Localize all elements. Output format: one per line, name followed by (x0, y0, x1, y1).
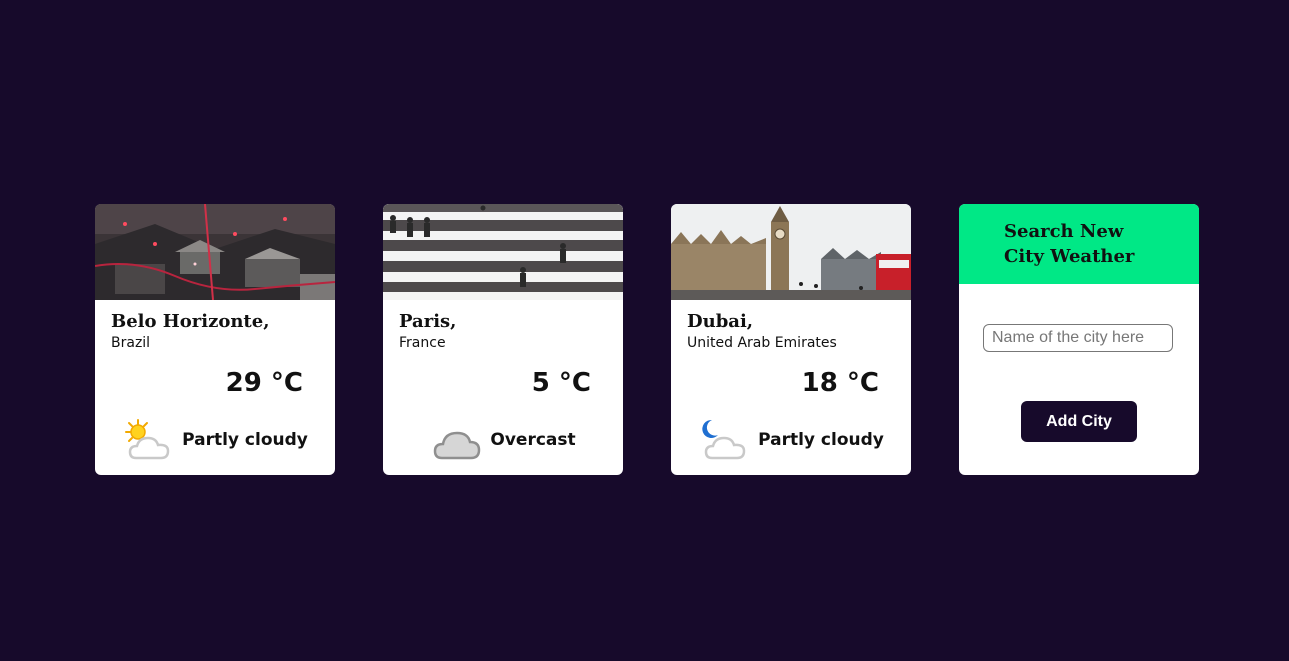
city-card-belo-horizonte: Belo Horizonte, Brazil 29 °C Partly clou… (95, 204, 335, 475)
temperature: 29 °C (225, 368, 303, 398)
aerial-city-night-photo (95, 204, 335, 300)
city-card-paris: Paris, France 5 °C Overcast (383, 204, 623, 475)
partly-cloudy-day-icon (125, 419, 170, 460)
add-city-button[interactable]: Add City (1021, 401, 1137, 442)
search-city-card: Search New City Weather Add City (959, 204, 1199, 475)
condition-row: Overcast (383, 418, 623, 462)
overcast-cloud-icon (434, 431, 481, 460)
big-ben-westminster-photo (671, 204, 911, 300)
search-header: Search New City Weather (959, 204, 1199, 284)
city-name: Paris, (399, 311, 457, 332)
city-search-input[interactable] (983, 324, 1173, 352)
condition-label: Overcast (490, 430, 576, 450)
country-name: Brazil (111, 335, 151, 351)
condition-label: Partly cloudy (182, 430, 308, 450)
city-cards: Belo Horizonte, Brazil 29 °C Partly clou… (95, 204, 1199, 475)
search-title: Search New City Weather (1004, 221, 1135, 267)
temperature: 18 °C (801, 368, 879, 398)
temperature: 5 °C (531, 368, 591, 398)
condition-row: Partly cloudy (95, 418, 335, 462)
city-name: Dubai, (687, 311, 754, 332)
condition-label: Partly cloudy (758, 430, 884, 450)
country-name: France (399, 335, 446, 351)
partly-cloudy-night-icon (702, 419, 746, 460)
city-card-dubai: Dubai, United Arab Emirates 18 °C Partly… (671, 204, 911, 475)
city-name: Belo Horizonte, (111, 311, 270, 332)
condition-row: Partly cloudy (671, 418, 911, 462)
country-name: United Arab Emirates (687, 335, 837, 351)
crosswalk-pedestrians-photo (383, 204, 623, 300)
